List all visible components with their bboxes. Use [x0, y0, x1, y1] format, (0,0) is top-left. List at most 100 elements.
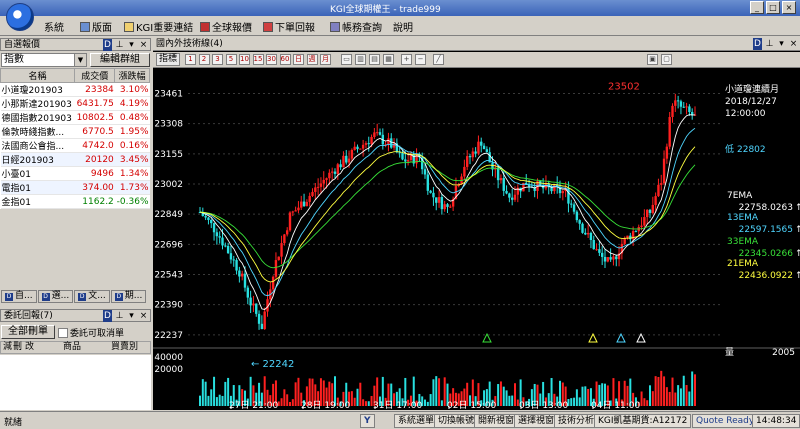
chart-window: 國內外技術線(4) D ⊥ ▾ × 指標 1 2 3 5 10 15 30 60 日週月 ▭ ▥ ▤ …	[153, 38, 800, 410]
candle-body	[277, 256, 280, 261]
period-button[interactable]: 2	[198, 54, 210, 65]
candle-body	[207, 217, 210, 220]
edit-group-button[interactable]: 編輯群組	[90, 53, 150, 67]
maximize-button[interactable]: □	[766, 1, 780, 14]
volume-bar	[668, 391, 671, 406]
menu-kgi-links[interactable]: KGI重要連結	[124, 19, 193, 34]
candle-body	[328, 172, 331, 179]
tool-icon[interactable]: ▦	[383, 54, 394, 65]
menu-order-report[interactable]: 下單回報	[263, 19, 315, 34]
kgi-icon	[124, 21, 134, 32]
candle-body	[316, 186, 320, 188]
dropdown-icon[interactable]: ▾	[777, 38, 786, 50]
table-row[interactable]: 日經201903 20120 3.45%	[0, 152, 150, 167]
menu-global-quotes[interactable]: 全球報價	[200, 19, 252, 34]
table-row[interactable]: 小那斯達201903 6431.75 4.19%	[0, 96, 150, 111]
menu-layout[interactable]: 版面	[80, 19, 112, 34]
menu-account-query[interactable]: 帳務查詢	[330, 19, 382, 34]
period-button[interactable]: 3	[212, 54, 223, 65]
period-button[interactable]: 10	[239, 54, 250, 65]
minimize-button[interactable]: _	[750, 1, 764, 14]
dropdown-icon[interactable]: ▾	[127, 310, 136, 322]
dropdown-icon[interactable]: ▾	[127, 39, 136, 51]
table-row[interactable]: 電指01 374.00 1.73%	[0, 180, 150, 195]
globe-icon	[200, 21, 210, 32]
tab-2[interactable]: D 選...	[37, 290, 74, 303]
volume-bar	[578, 397, 581, 406]
pin-icon[interactable]: ⊥	[765, 38, 774, 50]
volume-tick-label: 20000	[154, 365, 183, 375]
tab-4[interactable]: D 期...	[110, 290, 147, 303]
delete-all-button[interactable]: 全部刪單	[1, 325, 55, 339]
candle-body	[662, 158, 666, 184]
tool-icon[interactable]: ▥	[355, 54, 366, 65]
volume-bar	[426, 401, 429, 406]
zoom-in-icon[interactable]: +	[401, 54, 412, 65]
switch-account-button[interactable]: 切換帳號	[434, 414, 479, 428]
low-annotation: ← 22242	[251, 359, 294, 370]
volume-bar	[654, 376, 657, 406]
period-button[interactable]: 月	[320, 54, 331, 65]
pin-icon[interactable]: ⊥	[115, 39, 124, 51]
volume-bar	[353, 397, 356, 406]
period-button[interactable]: 30	[266, 54, 277, 65]
panel-d-icon[interactable]: D	[103, 39, 112, 51]
table-row[interactable]: 倫敦時綫指數... 6770.5 1.95%	[0, 124, 150, 139]
col-price[interactable]: 成交價	[74, 68, 116, 83]
table-row[interactable]: 德國指數201903 10802.5 0.48%	[0, 110, 150, 125]
close-button[interactable]: ×	[782, 1, 796, 14]
tab-3[interactable]: D 文...	[74, 290, 110, 303]
candle-body	[482, 145, 486, 150]
layout-icon[interactable]: ▣	[647, 54, 658, 65]
candle-body	[210, 219, 213, 224]
symbol-name: 小臺01	[0, 166, 75, 181]
period-button[interactable]: 15	[252, 54, 264, 65]
menu-help[interactable]: 說明	[393, 19, 413, 34]
col-name[interactable]: 名稱	[0, 68, 76, 83]
menu-system[interactable]: 系統	[44, 19, 64, 34]
period-button[interactable]: 60	[279, 54, 291, 65]
period-button[interactable]: 日	[293, 54, 304, 65]
period-button[interactable]: 1	[185, 54, 196, 65]
period-button[interactable]: 5	[225, 54, 237, 65]
col-change[interactable]: 漲跌幅	[114, 68, 150, 83]
select-window-button[interactable]: 選擇視窗	[514, 414, 559, 428]
change-pct: 4.19%	[114, 96, 150, 111]
technical-analysis-button[interactable]: 技術分析	[554, 414, 599, 428]
panel-d-icon[interactable]: D	[753, 38, 762, 50]
tab-1[interactable]: D 自...	[1, 290, 37, 303]
candle-body	[679, 101, 683, 107]
panel-d-icon[interactable]: D	[103, 310, 112, 322]
volume-bar	[443, 377, 446, 406]
zoom-out-icon[interactable]: −	[415, 54, 426, 65]
candle-body	[311, 191, 314, 196]
last-price: 1162.2	[74, 194, 115, 209]
pin-icon[interactable]: ⊥	[115, 310, 124, 322]
price-chart[interactable]: 23461 23308 23155 23002 22849 22696 22543 22390…	[153, 68, 800, 410]
volume-bar	[587, 388, 590, 406]
close-icon[interactable]: ×	[139, 310, 148, 322]
table-row[interactable]: 金指01 1162.2 -0.36%	[0, 194, 150, 209]
close-icon[interactable]: ×	[139, 39, 148, 51]
volume-bar	[671, 377, 674, 406]
close-icon[interactable]: ×	[789, 38, 798, 50]
table-row[interactable]: 小道瓊201903 23384 3.10%	[0, 82, 150, 97]
tool-icon[interactable]: ▤	[369, 54, 380, 65]
group-select[interactable]: 指數 ▼	[1, 53, 87, 67]
draw-line-icon[interactable]: ╱	[433, 54, 444, 65]
indicator-button[interactable]: 指標	[156, 53, 181, 66]
table-row[interactable]: 法國商公會指... 4742.0 0.16%	[0, 138, 150, 153]
system-menu-button[interactable]: 系統選單	[394, 414, 439, 428]
new-window-button[interactable]: 開新視窗	[474, 414, 519, 428]
ema-value: 22436.0922	[739, 271, 793, 281]
table-row[interactable]: 小臺01 9496 1.34%	[0, 166, 150, 181]
last-price: 20120	[74, 152, 115, 167]
candle-body	[682, 106, 685, 108]
cancelable-filter[interactable]: 委託可取消單	[58, 326, 124, 339]
y-tick-label: 23308	[154, 120, 183, 130]
tool-icon[interactable]: ▭	[341, 54, 352, 65]
checkbox[interactable]	[58, 327, 68, 338]
period-button[interactable]: 週	[306, 54, 318, 65]
candle-body	[291, 211, 295, 213]
layout-icon[interactable]: ▢	[661, 54, 672, 65]
